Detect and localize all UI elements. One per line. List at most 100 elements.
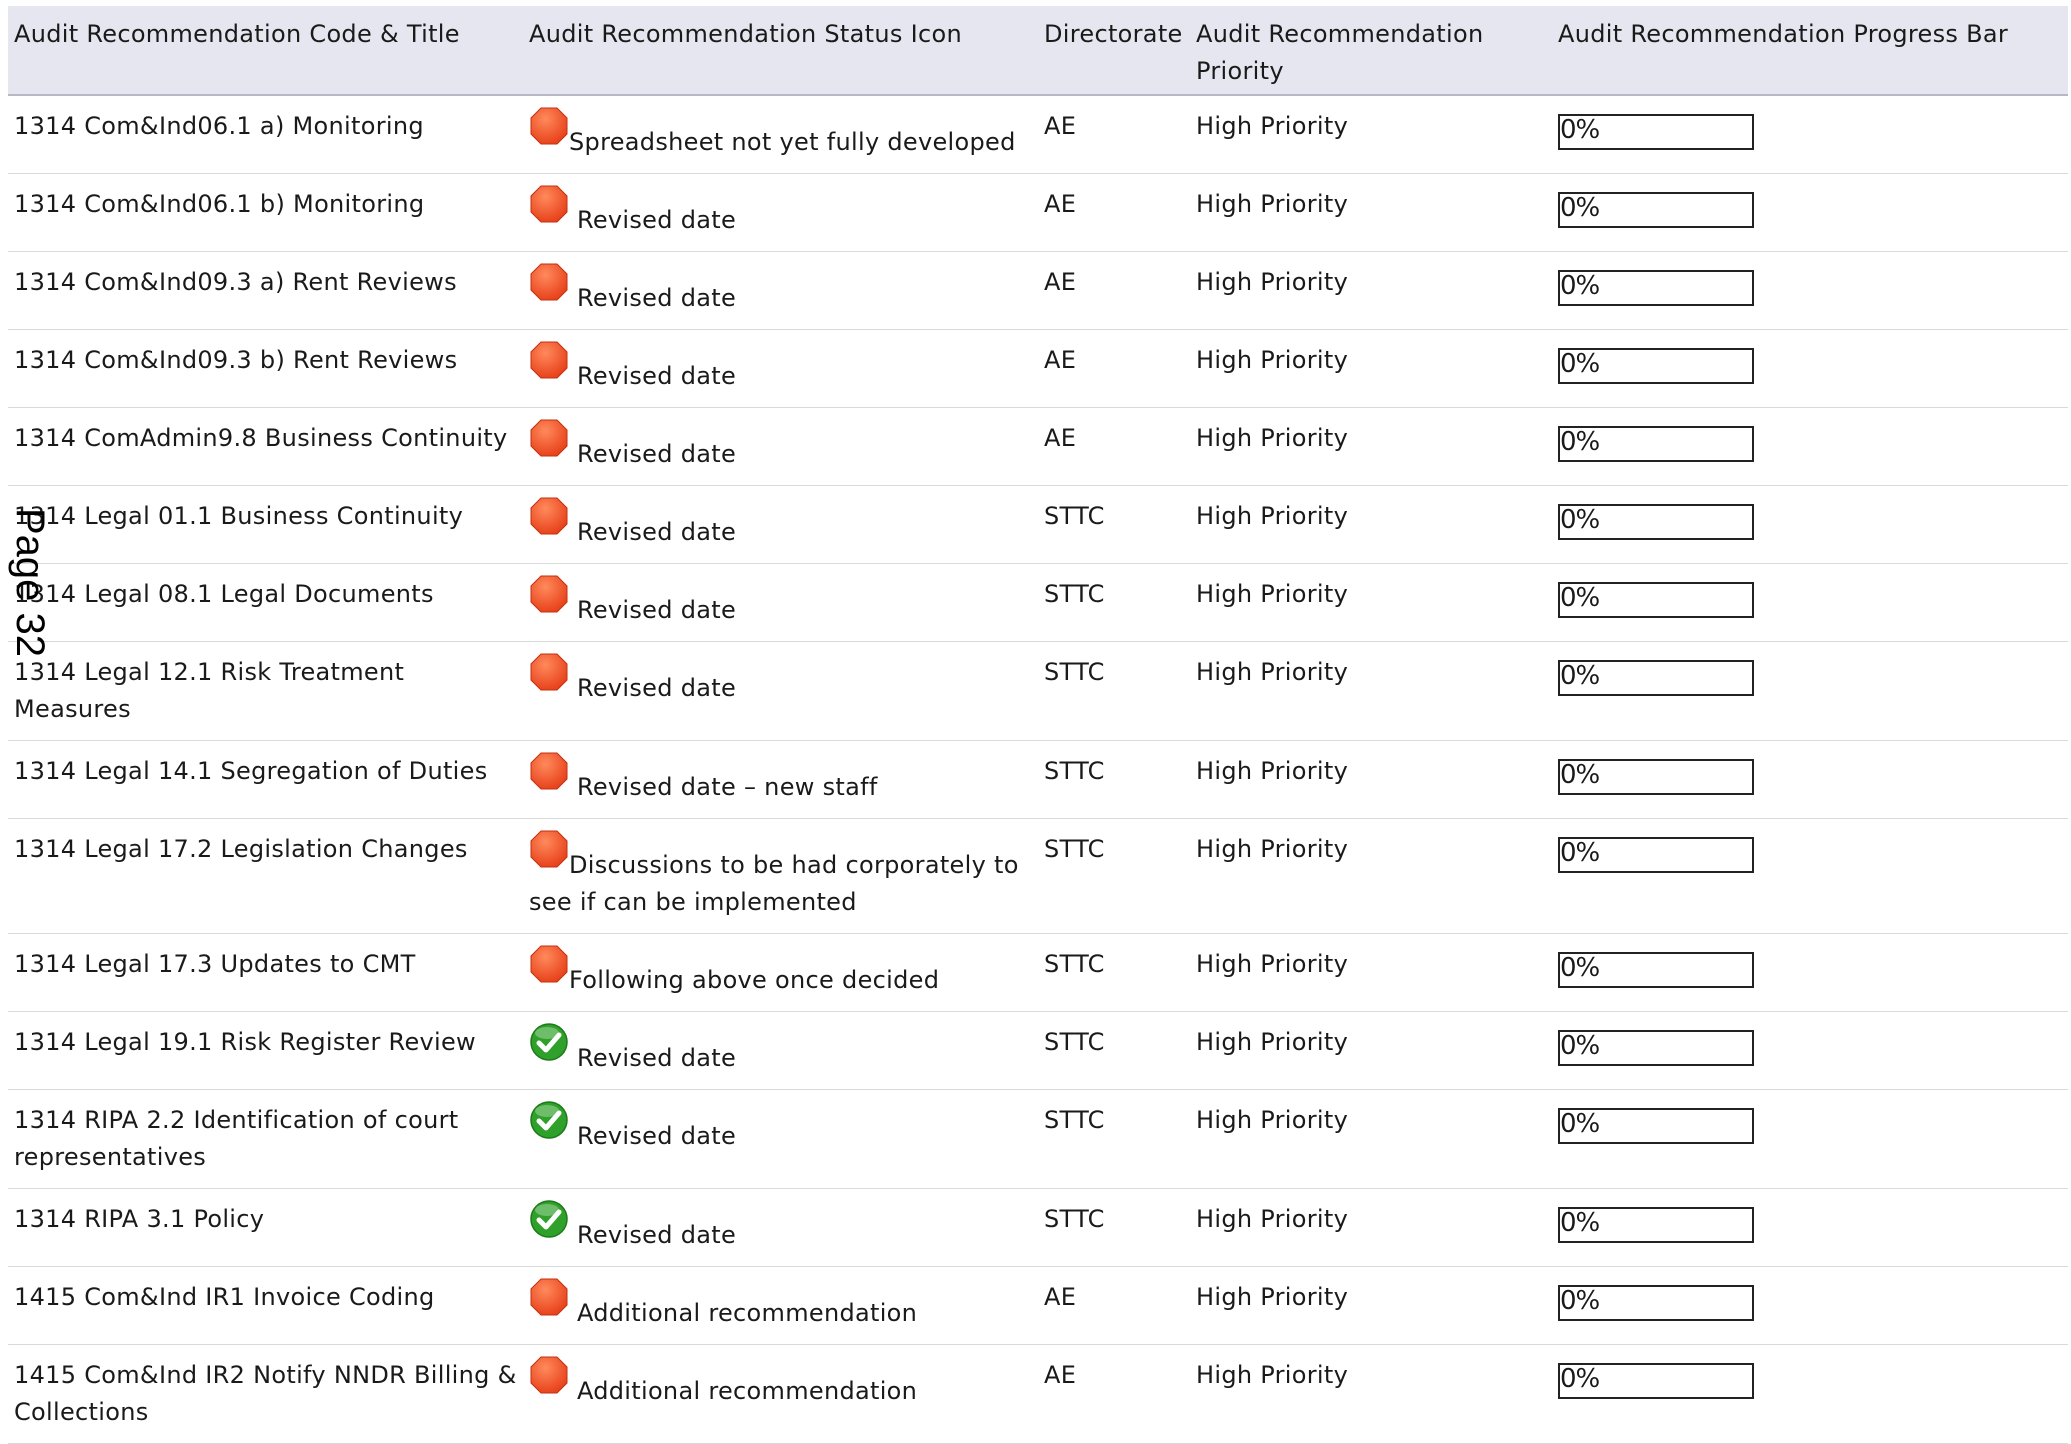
red-octagon-icon <box>530 419 568 457</box>
status-wrap: Spreadsheet not yet fully developed <box>529 107 1032 161</box>
table-body: 1314 Com&Ind06.1 a) Monitoring Spreadshee… <box>8 95 2068 1444</box>
recommendation-code-title: 1314 Legal 17.3 Updates to CMT <box>14 950 416 978</box>
progress-label: 0% <box>1560 1286 1600 1316</box>
status-wrap: Revised date <box>529 497 1032 551</box>
progress-label: 0% <box>1560 115 1600 145</box>
progress-cell: 0% <box>1552 330 2068 408</box>
progress-cell: 0% <box>1552 642 2068 741</box>
recommendation-status-cell: Revised date <box>523 1012 1038 1090</box>
header-row: Audit Recommendation Code & Title Audit … <box>8 6 2068 96</box>
recommendation-code-title: 1314 Com&Ind06.1 a) Monitoring <box>14 112 424 140</box>
status-wrap: Revised date <box>529 1101 1032 1155</box>
progress-cell: 0% <box>1552 252 2068 330</box>
status-wrap: Revised date <box>529 1023 1032 1077</box>
table-header: Audit Recommendation Code & Title Audit … <box>8 6 2068 96</box>
priority: High Priority <box>1196 190 1349 218</box>
recommendation-status-cell: Additional recommendation <box>523 1267 1038 1345</box>
recommendation-status-cell: Revised date <box>523 564 1038 642</box>
progress-bar: 0% <box>1558 192 1754 228</box>
status-wrap: Following above once decided <box>529 945 1032 999</box>
table-row: 1314 Legal 12.1 Risk Treatment Measures … <box>8 642 2068 741</box>
priority: High Priority <box>1196 1106 1349 1134</box>
status-text: Revised date <box>569 674 737 702</box>
status-text: Revised date <box>569 1221 737 1249</box>
recommendation-code-title: 1314 Legal 17.2 Legislation Changes <box>14 835 468 863</box>
header-code-title[interactable]: Audit Recommendation Code & Title <box>8 6 523 96</box>
recommendation-code-title: 1314 Legal 14.1 Segregation of Duties <box>14 757 488 785</box>
progress-cell: 0% <box>1552 741 2068 819</box>
progress-bar: 0% <box>1558 837 1754 873</box>
red-octagon-icon <box>530 830 568 868</box>
recommendation-status-cell: Additional recommendation <box>523 1345 1038 1444</box>
progress-cell: 0% <box>1552 1345 2068 1444</box>
priority: High Priority <box>1196 1283 1349 1311</box>
progress-label: 0% <box>1560 193 1600 223</box>
red-octagon-icon <box>530 945 568 983</box>
green-check-icon <box>530 1023 568 1061</box>
priority: High Priority <box>1196 268 1349 296</box>
red-octagon-icon <box>530 752 568 790</box>
progress-label: 0% <box>1560 271 1600 301</box>
green-check-icon <box>530 1200 568 1238</box>
recommendation-status-cell: Revised date <box>523 486 1038 564</box>
header-progress-bar[interactable]: Audit Recommendation Progress Bar <box>1552 6 2068 96</box>
priority: High Priority <box>1196 1028 1349 1056</box>
progress-bar: 0% <box>1558 1108 1754 1144</box>
recommendation-code-title: 1314 Legal 19.1 Risk Register Review <box>14 1028 476 1056</box>
header-status-icon[interactable]: Audit Recommendation Status Icon <box>523 6 1038 96</box>
status-text: Following above once decided <box>569 966 940 994</box>
recommendation-status-cell: Following above once decided <box>523 934 1038 1012</box>
progress-bar: 0% <box>1558 426 1754 462</box>
directorate: AE <box>1044 190 1077 218</box>
progress-bar: 0% <box>1558 1285 1754 1321</box>
directorate: STTC <box>1044 757 1105 785</box>
table-row: 1314 RIPA 2.2 Identification of court re… <box>8 1090 2068 1189</box>
recommendation-status-cell: Spreadsheet not yet fully developed <box>523 95 1038 174</box>
progress-cell: 0% <box>1552 564 2068 642</box>
recommendation-code-title: 1314 Com&Ind09.3 a) Rent Reviews <box>14 268 457 296</box>
recommendation-status-cell: Revised date <box>523 330 1038 408</box>
status-text: Revised date <box>569 206 737 234</box>
table-row: 1314 ComAdmin9.8 Business Continuity Rev… <box>8 408 2068 486</box>
priority: High Priority <box>1196 757 1349 785</box>
recommendation-status-cell: Revised date <box>523 642 1038 741</box>
progress-cell: 0% <box>1552 95 2068 174</box>
priority: High Priority <box>1196 1205 1349 1233</box>
status-text: Additional recommendation <box>569 1299 918 1327</box>
header-directorate[interactable]: Directorate <box>1038 6 1190 96</box>
progress-label: 0% <box>1560 505 1600 535</box>
progress-label: 0% <box>1560 661 1600 691</box>
progress-cell: 0% <box>1552 934 2068 1012</box>
progress-bar: 0% <box>1558 952 1754 988</box>
progress-label: 0% <box>1560 1109 1600 1139</box>
status-wrap: Revised date <box>529 653 1032 707</box>
recommendation-code-title: 1314 Legal 12.1 Risk Treatment Measures <box>14 658 405 723</box>
status-wrap: Revised date <box>529 575 1032 629</box>
progress-cell: 0% <box>1552 1090 2068 1189</box>
directorate: AE <box>1044 268 1077 296</box>
directorate: STTC <box>1044 658 1105 686</box>
directorate: AE <box>1044 1361 1077 1389</box>
status-wrap: Additional recommendation <box>529 1356 1032 1410</box>
priority: High Priority <box>1196 835 1349 863</box>
progress-cell: 0% <box>1552 174 2068 252</box>
red-octagon-icon <box>530 653 568 691</box>
status-text: Revised date <box>569 440 737 468</box>
priority: High Priority <box>1196 950 1349 978</box>
status-wrap: Revised date – new staff <box>529 752 1032 806</box>
green-check-icon <box>530 1101 568 1139</box>
status-text: Spreadsheet not yet fully developed <box>569 128 1016 156</box>
table-row: 1314 RIPA 3.1 Policy Revised date STTC Hig… <box>8 1189 2068 1267</box>
red-octagon-icon <box>530 1356 568 1394</box>
recommendation-status-cell: Revised date <box>523 252 1038 330</box>
directorate: STTC <box>1044 1106 1105 1134</box>
header-priority[interactable]: Audit Recommendation Priority <box>1190 6 1552 96</box>
red-octagon-icon <box>530 107 568 145</box>
status-wrap: Revised date <box>529 341 1032 395</box>
status-text: Revised date <box>569 362 737 390</box>
progress-bar: 0% <box>1558 660 1754 696</box>
progress-cell: 0% <box>1552 1189 2068 1267</box>
progress-label: 0% <box>1560 760 1600 790</box>
table-row: 1314 Legal 19.1 Risk Register Review Rev… <box>8 1012 2068 1090</box>
directorate: AE <box>1044 112 1077 140</box>
